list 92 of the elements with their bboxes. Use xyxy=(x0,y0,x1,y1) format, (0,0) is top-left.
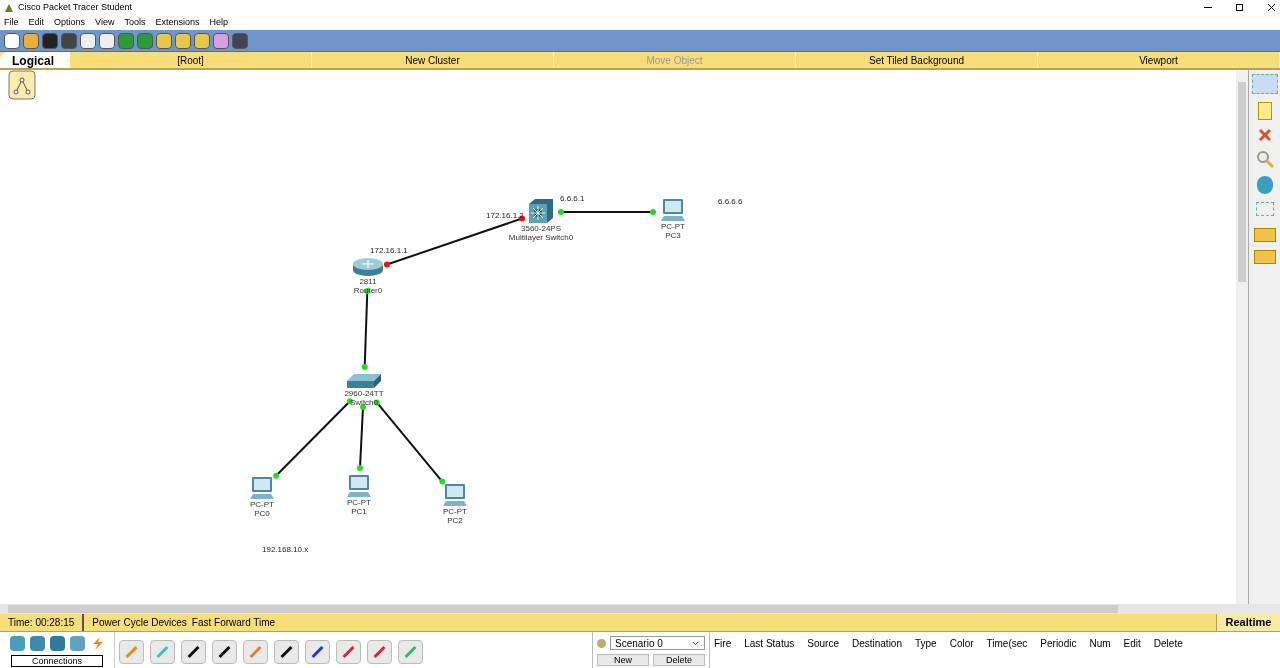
menu-item[interactable]: View xyxy=(95,15,115,30)
hub-category-icon[interactable] xyxy=(49,636,65,651)
toolbar-icon[interactable] xyxy=(61,32,77,49)
status-bar-button[interactable]: Fast Forward Time xyxy=(191,615,276,630)
multilayer-switch-icon[interactable] xyxy=(527,198,555,224)
toolbar-icon[interactable] xyxy=(99,32,115,49)
scenario-button[interactable]: New xyxy=(597,654,649,666)
pdu-column-header: Delete xyxy=(1153,637,1183,651)
scenario-button[interactable]: Delete xyxy=(653,654,705,666)
canvas-note[interactable]: 172.16.1.2 xyxy=(486,210,524,222)
canvas-note[interactable]: 172.16.1.1 xyxy=(370,245,408,257)
menu-item[interactable]: Help xyxy=(209,15,228,30)
workspace-button[interactable]: Viewport xyxy=(1038,52,1280,68)
restore-icon[interactable] xyxy=(1236,4,1243,11)
device-model-label: 3560-24PS xyxy=(521,224,561,233)
scenario-dropdown[interactable]: Scenario 0 xyxy=(610,636,705,650)
toolbar-icon[interactable] xyxy=(175,32,191,49)
canvas-note[interactable]: 6.6.6.1 xyxy=(560,193,585,205)
vertical-scrollbar[interactable] xyxy=(1236,70,1248,604)
computer-icon[interactable] xyxy=(442,483,468,507)
toolbar-icon[interactable] xyxy=(194,32,210,49)
computer-icon[interactable] xyxy=(346,474,372,498)
pdu-column-header: Periodic xyxy=(1040,637,1077,651)
device-name-label: PC3 xyxy=(665,231,681,240)
canvas-note[interactable]: 192.168.10.x xyxy=(262,544,309,556)
category-label: Connections xyxy=(10,655,103,667)
toolbar-icon[interactable] xyxy=(156,32,172,49)
select-icon[interactable] xyxy=(1251,74,1278,94)
workspace-button[interactable]: Set Tiled Background xyxy=(796,52,1038,68)
workspace-button[interactable]: [Root] xyxy=(70,52,312,68)
router-category-icon[interactable] xyxy=(9,636,25,651)
toolbar-icon[interactable] xyxy=(4,32,20,49)
wireless-category-icon[interactable] xyxy=(69,636,85,651)
pdu-column-header: Last Status xyxy=(744,637,795,651)
status-bar-button[interactable]: Power Cycle Devices xyxy=(92,615,187,630)
pdu-column-header: Type xyxy=(915,637,937,651)
workspace-button[interactable]: New Cluster xyxy=(312,52,554,68)
menu-item[interactable]: File xyxy=(4,15,19,30)
pdu-column-header: Time(sec xyxy=(986,637,1028,651)
resize-icon[interactable] xyxy=(1255,202,1274,216)
pdu-column-header: Source xyxy=(807,637,839,651)
logical-tab[interactable]: Logical xyxy=(0,52,70,68)
complex-pdu-icon[interactable] xyxy=(1253,250,1276,264)
canvas-note[interactable]: 6.6.6.6 xyxy=(718,196,743,208)
network-link[interactable] xyxy=(558,209,656,215)
cable-type-icon[interactable] xyxy=(181,640,206,664)
device-model-label: PC-PT xyxy=(661,222,685,231)
switch-category-icon[interactable] xyxy=(29,636,45,651)
device-model-label: PC-PT xyxy=(443,507,467,516)
device-model-label: 2960-24TT xyxy=(344,389,384,398)
pdu-column-header: Color xyxy=(949,637,974,651)
scenario-info-icon xyxy=(597,638,606,648)
note-icon[interactable] xyxy=(1257,102,1272,120)
device-model-label: 2811 xyxy=(359,277,377,286)
network-link[interactable] xyxy=(357,404,366,471)
toolbar-icon[interactable] xyxy=(232,32,248,49)
toolbar-icon[interactable] xyxy=(80,32,96,49)
app-logo-icon xyxy=(4,2,14,13)
search-icon[interactable] xyxy=(1255,150,1274,168)
device-name-label: Multilayer Switch0 xyxy=(508,233,574,242)
simple-pdu-icon[interactable] xyxy=(1253,228,1276,242)
shape-icon[interactable] xyxy=(1256,176,1273,194)
menu-item[interactable]: Extensions xyxy=(155,15,200,30)
toolbar-icon[interactable] xyxy=(23,32,39,49)
pdu-column-header: Fire xyxy=(714,637,732,651)
cable-type-icon[interactable] xyxy=(212,640,237,664)
cable-type-icon[interactable] xyxy=(305,640,330,664)
router-icon[interactable] xyxy=(352,257,384,277)
toolbar-icon[interactable] xyxy=(42,32,58,49)
device-name-label: PC0 xyxy=(254,509,270,518)
time-display: Time: 00:28:15 xyxy=(0,614,85,631)
window-title: Cisco Packet Tracer Student xyxy=(18,0,133,14)
horizontal-scrollbar[interactable] xyxy=(0,604,1280,614)
device-model-label: PC-PT xyxy=(347,498,371,507)
menu-item[interactable]: Edit xyxy=(28,15,45,30)
toolbar-icon[interactable] xyxy=(213,32,229,49)
menu-item[interactable]: Tools xyxy=(124,15,146,30)
device-name-label: PC1 xyxy=(351,507,367,516)
pdu-column-header: Edit xyxy=(1123,637,1141,651)
pdu-column-header: Destination xyxy=(851,637,902,651)
close-icon[interactable] xyxy=(1267,3,1276,12)
pdu-column-header: Num xyxy=(1089,637,1111,651)
delete-icon[interactable] xyxy=(1257,128,1272,142)
menu-item[interactable]: Options xyxy=(54,15,86,30)
logical-view-icon[interactable] xyxy=(8,70,36,100)
realtime-tab[interactable]: Realtime xyxy=(1216,614,1280,631)
device-model-label: PC-PT xyxy=(250,500,274,509)
computer-icon[interactable] xyxy=(660,198,686,222)
computer-icon[interactable] xyxy=(249,476,275,500)
device-name-label: PC2 xyxy=(447,516,463,525)
switch-icon[interactable] xyxy=(346,373,382,389)
cable-type-icon[interactable] xyxy=(274,640,299,664)
